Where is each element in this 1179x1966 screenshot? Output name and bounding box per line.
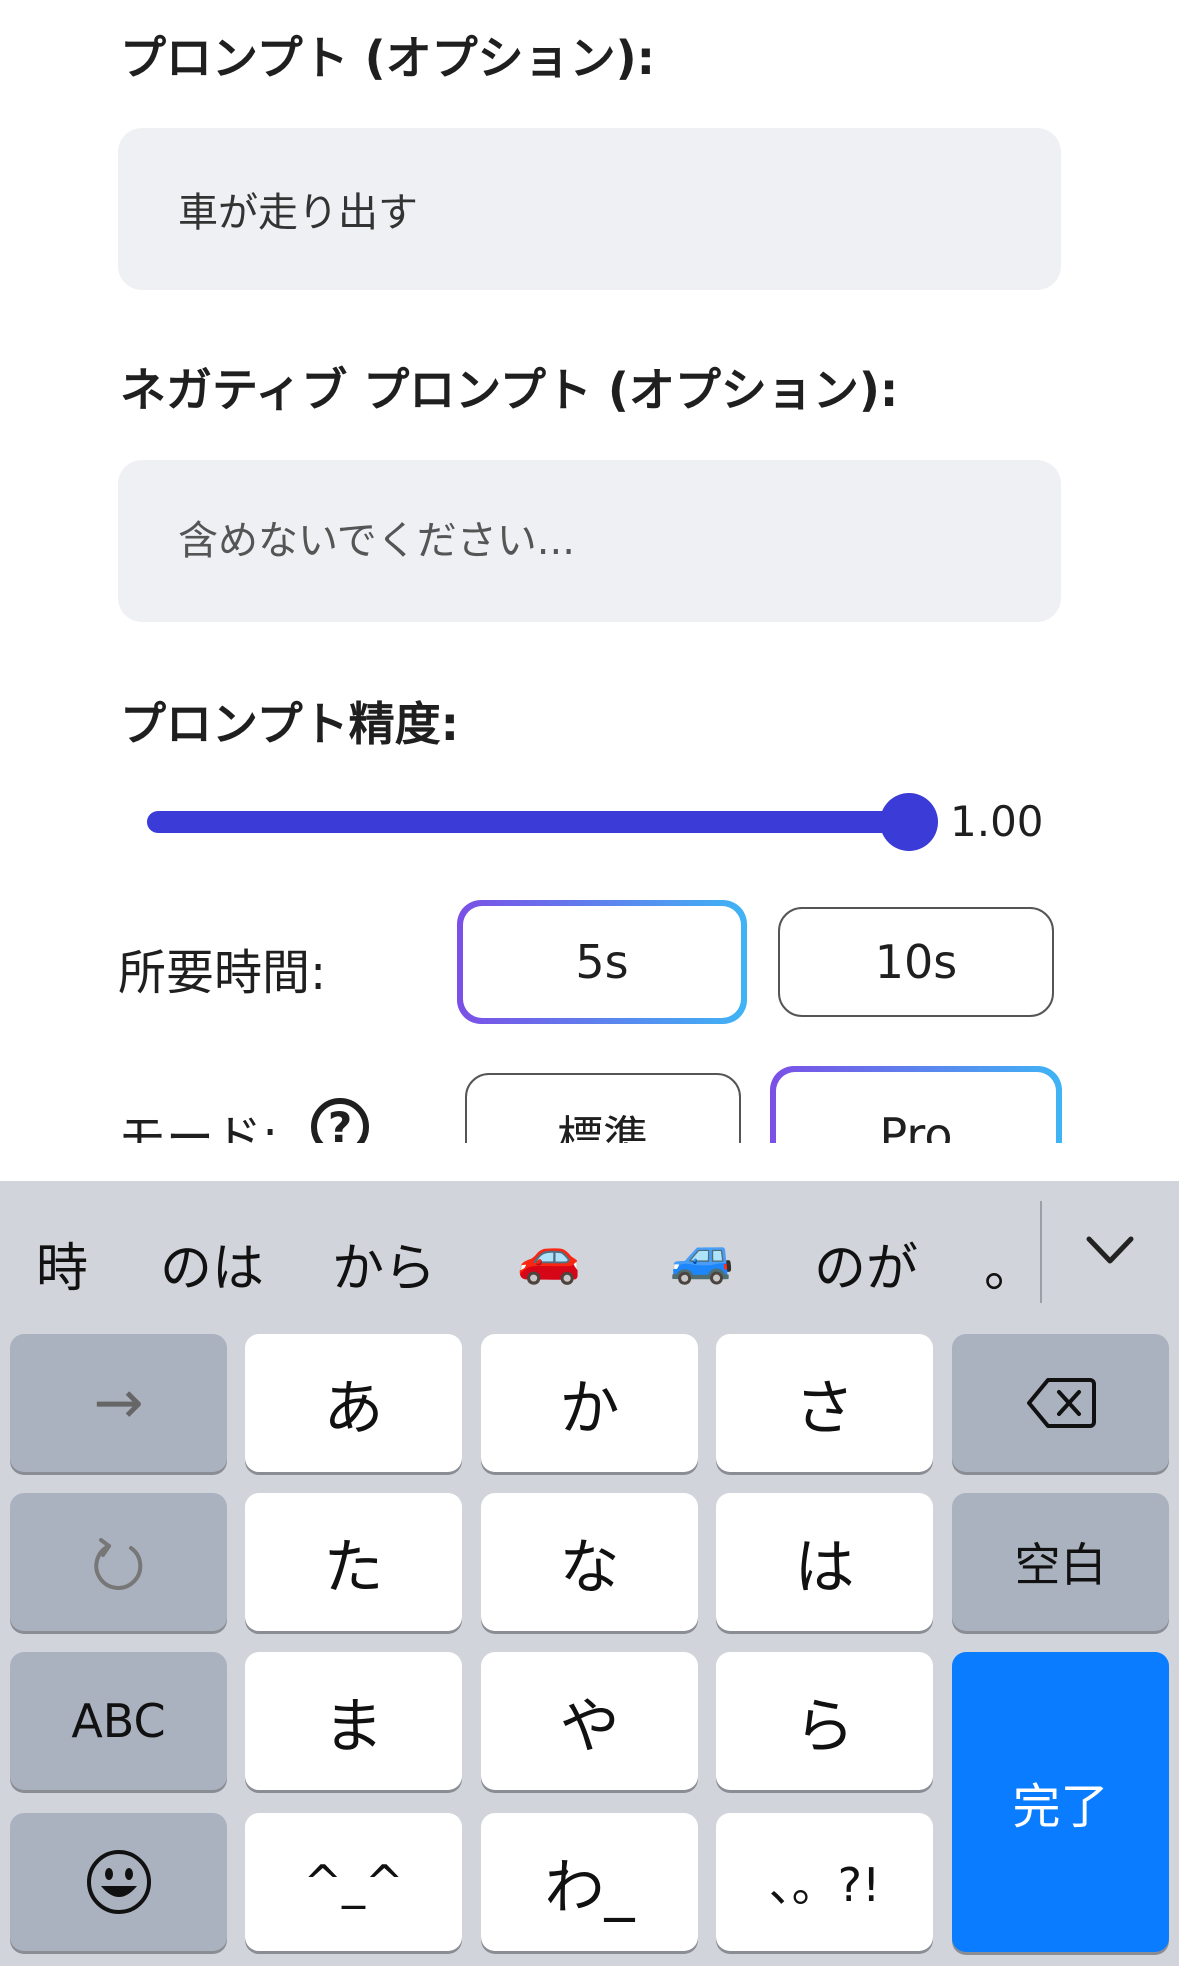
key-ma[interactable]: ま	[245, 1652, 462, 1790]
key-ya[interactable]: や	[481, 1652, 698, 1790]
key-na[interactable]: な	[481, 1493, 698, 1631]
delete-key[interactable]	[952, 1334, 1169, 1472]
japanese-keyboard: 時 のは から 🚗 🚙 のが 。 → あ か さ た な は 空白 ABC ま	[0, 1181, 1179, 1966]
delete-backspace-icon	[1026, 1378, 1096, 1428]
question-circle-icon[interactable]: ?	[311, 1098, 369, 1143]
space-key[interactable]: 空白	[952, 1493, 1169, 1631]
prompt-label: プロンプト (オプション):	[120, 31, 656, 85]
key-ra[interactable]: ら	[716, 1652, 933, 1790]
punctuation-key[interactable]: 、。?!	[716, 1813, 933, 1951]
key-sa[interactable]: さ	[716, 1334, 933, 1472]
candidate-item[interactable]: 時	[36, 1226, 88, 1301]
precision-value: 1.00	[950, 797, 1044, 846]
key-a[interactable]: あ	[245, 1334, 462, 1472]
duration-option-5s[interactable]: 5s	[457, 900, 747, 1024]
next-key-label: →	[93, 1368, 144, 1438]
precision-slider-thumb[interactable]	[880, 793, 938, 851]
negative-prompt-label: ネガティブ プロンプト (オプション):	[120, 363, 899, 417]
chevron-down-icon[interactable]	[1085, 1231, 1135, 1271]
emoji-icon	[86, 1850, 151, 1914]
key-ha[interactable]: は	[716, 1493, 933, 1631]
candidate-item[interactable]: 🚗	[517, 1226, 582, 1287]
candidate-item[interactable]: 🚙	[670, 1226, 735, 1287]
candidate-item[interactable]: のが	[814, 1226, 918, 1301]
candidate-divider	[1040, 1201, 1042, 1303]
next-key[interactable]: →	[10, 1334, 227, 1472]
duration-option-10s[interactable]: 10s	[778, 907, 1054, 1017]
emoji-key[interactable]	[10, 1813, 227, 1951]
negative-prompt-input[interactable]	[118, 460, 1061, 622]
prompt-input[interactable]	[118, 128, 1061, 290]
prompt-precision-label: プロンプト精度:	[120, 697, 460, 751]
abc-key[interactable]: ABC	[10, 1652, 227, 1790]
candidate-item[interactable]: のは	[160, 1226, 264, 1301]
key-ka[interactable]: か	[481, 1334, 698, 1472]
candidate-item[interactable]: から	[332, 1226, 436, 1301]
undo-key[interactable]	[10, 1493, 227, 1631]
mode-option-standard[interactable]: 標準	[465, 1073, 741, 1143]
precision-slider-track[interactable]	[147, 811, 909, 833]
candidate-item[interactable]: 。	[984, 1226, 1036, 1301]
mode-option-pro[interactable]: Pro	[770, 1066, 1062, 1143]
mode-label: モード:	[118, 1110, 279, 1143]
done-key[interactable]: 完了	[952, 1652, 1169, 1952]
candidate-bar: 時 のは から 🚗 🚙 のが 。	[0, 1181, 1179, 1331]
video-settings-form: プロンプト (オプション): ネガティブ プロンプト (オプション): プロンプ…	[0, 0, 1179, 1143]
duration-label: 所要時間:	[118, 945, 327, 1001]
key-wa[interactable]: わ_	[481, 1813, 698, 1951]
mode-option-pro-label: Pro	[776, 1072, 1056, 1143]
duration-option-5s-label: 5s	[463, 906, 741, 1018]
key-ta[interactable]: た	[245, 1493, 462, 1631]
undo-icon	[93, 1538, 142, 1590]
kaomoji-key[interactable]: ^_^	[245, 1813, 462, 1951]
